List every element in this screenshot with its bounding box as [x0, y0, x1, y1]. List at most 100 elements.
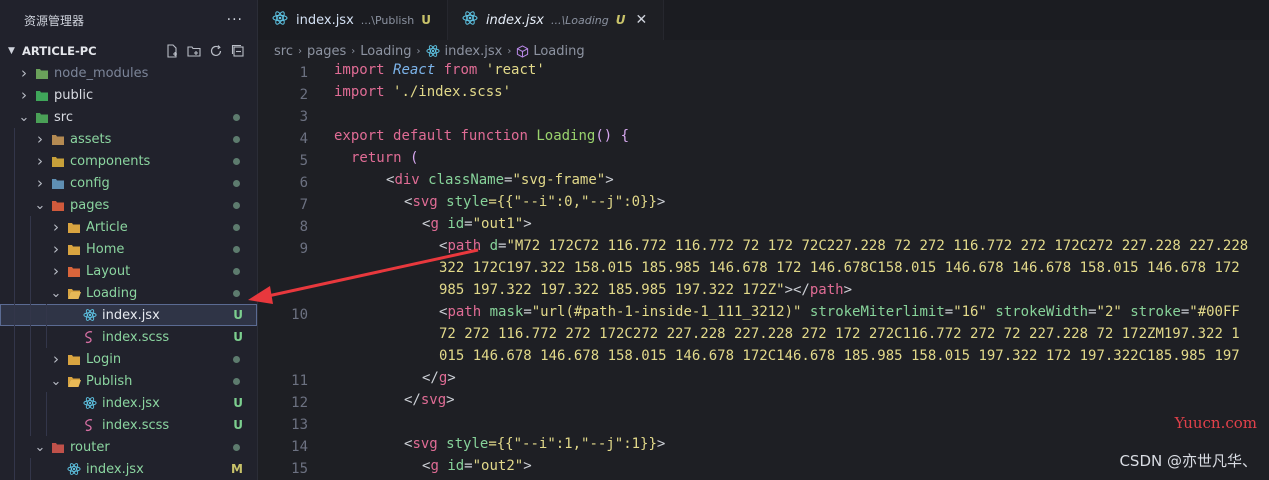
tree-item[interactable]: › Article	[0, 216, 257, 238]
line-number: 2	[299, 87, 308, 103]
chevron-right-icon[interactable]: ›	[50, 262, 62, 280]
tree-item[interactable]: index.jsx U	[0, 304, 257, 326]
breadcrumb: src › pages › Loading › index.jsx › Load…	[258, 40, 1269, 62]
tab-loading-index[interactable]: index.jsx ...\Loading U ✕	[447, 0, 665, 40]
tree-item[interactable]: › Home	[0, 238, 257, 260]
more-actions-icon[interactable]: ···	[227, 12, 243, 28]
tree-item[interactable]: › assets	[0, 128, 257, 150]
line-number: 13	[291, 417, 308, 433]
gutter-row: 12	[258, 392, 308, 414]
tree-item[interactable]: › components	[0, 150, 257, 172]
gutter-row: 13	[258, 414, 308, 436]
sass-icon	[82, 418, 98, 432]
string-literal: "2"	[1096, 304, 1122, 320]
chevron-down-icon[interactable]: ⌄	[34, 198, 46, 213]
jsx-attribute: d	[489, 238, 499, 254]
chevron-right-icon[interactable]: ›	[18, 86, 30, 104]
tree-item[interactable]: › node_modules	[0, 62, 257, 84]
tree-item[interactable]: index.jsx M	[0, 458, 257, 480]
chevron-down-icon[interactable]: ⌄	[18, 110, 30, 125]
tree-item[interactable]: ⌄ router	[0, 436, 257, 458]
tab-publish-index[interactable]: index.jsx ...\Publish U	[258, 0, 448, 40]
folder-icon	[66, 220, 82, 234]
tree-item[interactable]: › public	[0, 84, 257, 106]
chevron-right-icon[interactable]: ›	[34, 152, 46, 170]
indent-guide	[14, 260, 15, 282]
chevron-down-icon[interactable]: ⌄	[50, 374, 62, 389]
indent-guide	[14, 348, 15, 370]
string-literal: 72 272 116.772 272 172C272 227.228 227.2…	[439, 326, 1240, 342]
string-literal: ={{"--i":0,"--j":0}}	[488, 194, 657, 210]
modified-dot-icon	[233, 223, 240, 231]
tree-item[interactable]: index.scss U	[0, 326, 257, 348]
gutter-row: 9	[258, 238, 308, 260]
chevron-right-icon[interactable]: ›	[50, 240, 62, 258]
indent-guide	[14, 194, 15, 216]
tree-item-label: index.scss	[102, 329, 170, 345]
react-icon	[425, 44, 440, 58]
string-literal: "#00FF	[1189, 304, 1240, 320]
explorer-sidebar: 资源管理器 ··· ▼ ARTICLE-PC › node_modules › pub…	[0, 0, 258, 480]
git-status-badge: U	[233, 418, 243, 432]
chevron-right-icon[interactable]: ›	[50, 218, 62, 236]
tree-item[interactable]: › Login	[0, 348, 257, 370]
line-number: 10	[291, 307, 308, 323]
breadcrumb-pages[interactable]: pages	[307, 44, 346, 59]
chevron-right-icon[interactable]: ›	[50, 350, 62, 368]
chevron-right-icon[interactable]: ›	[34, 174, 46, 192]
react-icon	[462, 10, 478, 30]
indent-guide	[14, 326, 15, 348]
line-number: 11	[291, 373, 308, 389]
chevron-down-icon[interactable]: ⌄	[34, 440, 46, 455]
chevron-down-icon[interactable]: ⌄	[50, 286, 62, 301]
site-watermark: Yuucn.com	[1174, 414, 1257, 432]
tab-bar: index.jsx ...\Publish U index.jsx ...\Lo…	[258, 0, 1269, 40]
jsx-attribute: strokeWidth	[995, 304, 1089, 320]
tree-item[interactable]: ⌄ pages	[0, 194, 257, 216]
chevron-right-icon: ›	[351, 45, 356, 57]
react-icon	[272, 10, 288, 30]
tree-item[interactable]: ⌄ Publish	[0, 370, 257, 392]
breadcrumb-symbol[interactable]: Loading	[533, 44, 584, 59]
tree-item-label: src	[54, 109, 73, 125]
git-status-badge: U	[233, 396, 243, 410]
tree-item[interactable]: index.jsx U	[0, 392, 257, 414]
tree-item[interactable]: › Layout	[0, 260, 257, 282]
new-folder-icon[interactable]	[187, 44, 201, 58]
project-root[interactable]: ▼ ARTICLE-PC	[0, 40, 257, 62]
chevron-right-icon[interactable]: ›	[34, 130, 46, 148]
chevron-right-icon: ›	[416, 45, 421, 57]
modified-dot-icon	[233, 179, 240, 187]
sass-icon	[82, 330, 98, 344]
tree-item[interactable]: ⌄ src	[0, 106, 257, 128]
code-area[interactable]: 1 2 3 4 5 6 7 8 9 10 11 12 13 14 15 import React from …	[258, 62, 1269, 480]
indent-guide	[14, 238, 15, 260]
tree-item[interactable]: index.scss U	[0, 414, 257, 436]
collapse-all-icon[interactable]	[231, 44, 245, 58]
refresh-icon[interactable]	[209, 44, 223, 58]
breadcrumb-src[interactable]: src	[274, 44, 293, 59]
line-number: 8	[299, 219, 308, 235]
jsx-tag: svg	[412, 436, 438, 452]
line-number: 1	[299, 65, 308, 81]
close-icon[interactable]: ✕	[636, 12, 648, 28]
indent-guide	[46, 392, 47, 414]
new-file-icon[interactable]	[165, 44, 179, 58]
jsx-tag: g	[430, 458, 439, 474]
punctuation: (	[401, 150, 419, 166]
modified-dot-icon	[233, 245, 240, 253]
explorer-title: 资源管理器	[24, 13, 85, 28]
jsx-tag: div	[394, 172, 420, 188]
breadcrumb-file[interactable]: index.jsx	[445, 44, 503, 59]
modified-dot-icon	[233, 157, 240, 165]
tree-item[interactable]: › config	[0, 172, 257, 194]
indent-guide	[14, 216, 15, 238]
string-literal: "url(#path-1-inside-1_111_3212)"	[531, 304, 802, 320]
folder-node-icon	[34, 66, 50, 80]
indent-guide	[14, 282, 15, 304]
jsx-attribute: className	[428, 172, 505, 188]
indent-guide	[14, 436, 15, 458]
breadcrumb-loading-folder[interactable]: Loading	[360, 44, 411, 59]
tree-item[interactable]: ⌄ Loading	[0, 282, 257, 304]
chevron-right-icon[interactable]: ›	[18, 64, 30, 82]
